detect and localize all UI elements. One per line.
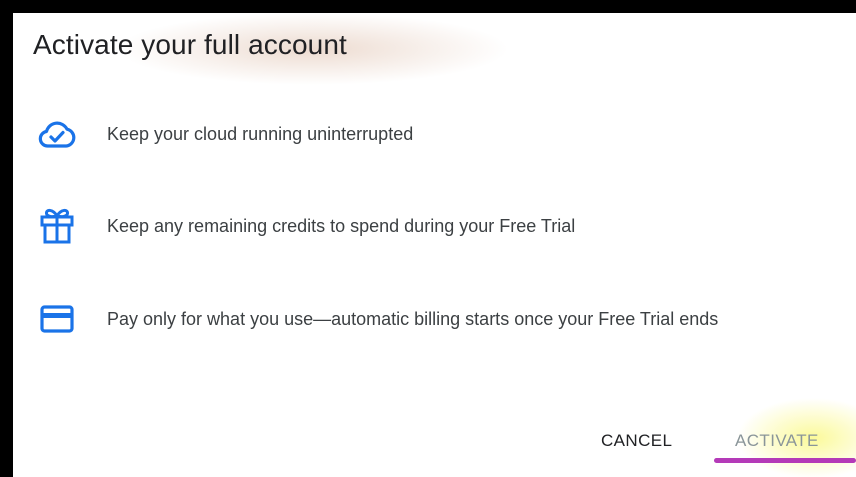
gift-icon xyxy=(35,206,79,246)
feature-text: Keep any remaining credits to spend duri… xyxy=(107,215,576,236)
activate-button[interactable]: ACTIVATE xyxy=(729,427,825,455)
feature-text: Keep your cloud running uninterrupted xyxy=(107,123,414,144)
feature-item-billing: Pay only for what you use—automatic bill… xyxy=(35,299,718,339)
feature-item-cloud: Keep your cloud running uninterrupted xyxy=(35,114,413,154)
cancel-button[interactable]: CANCEL xyxy=(595,427,678,455)
activate-account-dialog: Activate your full account Keep your clo… xyxy=(13,13,856,477)
dialog-title: Activate your full account xyxy=(33,29,347,60)
feature-item-gift: Keep any remaining credits to spend duri… xyxy=(35,206,575,246)
cloud-check-icon xyxy=(35,114,79,154)
feature-text: Pay only for what you use—automatic bill… xyxy=(107,308,719,329)
credit-card-icon xyxy=(35,299,79,339)
activate-underline-annotation xyxy=(714,458,856,463)
